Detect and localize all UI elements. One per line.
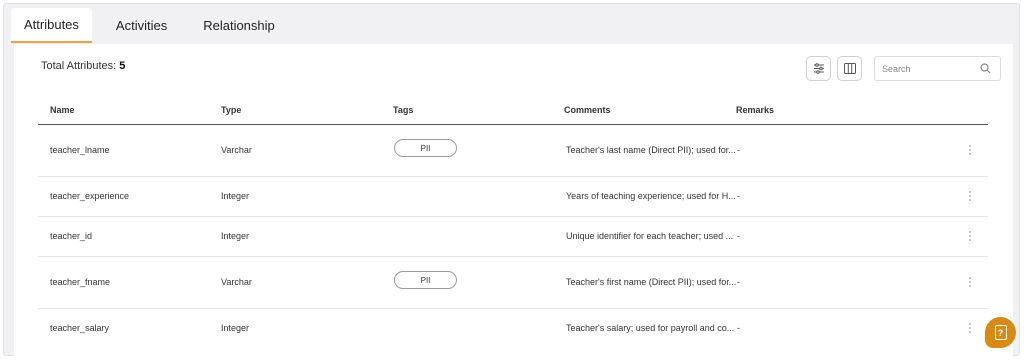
tab-attributes[interactable]: Attributes — [11, 8, 92, 43]
attribute-type: Integer — [221, 323, 250, 333]
attribute-remarks: - — [737, 277, 740, 287]
table-row[interactable]: teacher_fname Varchar PII Teacher's firs… — [38, 257, 988, 309]
attribute-comment: Teacher's last name (Direct PII); used f… — [566, 145, 736, 155]
attribute-comment: Unique identifier for each teacher; used… — [566, 231, 734, 241]
table-row[interactable]: teacher_salary Integer Teacher's salary;… — [38, 309, 988, 357]
columns-icon — [843, 63, 856, 74]
attribute-comment: Teacher's first name (Direct PII); used … — [566, 277, 737, 287]
column-header-name[interactable]: Name — [50, 105, 75, 115]
attribute-name: teacher_lname — [50, 145, 110, 155]
attribute-remarks: - — [737, 323, 740, 333]
attribute-remarks: - — [737, 231, 740, 241]
tab-activities[interactable]: Activities — [104, 8, 179, 43]
help-icon: ? — [994, 325, 1007, 340]
attribute-name: teacher_experience — [50, 191, 130, 201]
attribute-type: Integer — [221, 231, 250, 241]
attribute-remarks: - — [737, 145, 740, 155]
pii-tag[interactable]: PII — [394, 271, 457, 289]
attribute-comment: Teacher's salary; used for payroll and c… — [566, 323, 735, 333]
more-options-icon[interactable] — [966, 144, 974, 158]
pii-tag[interactable]: PII — [394, 139, 457, 157]
total-attributes-count: 5 — [119, 60, 126, 72]
attribute-panel: Attributes Activities Relationship Total… — [3, 3, 1020, 357]
total-attributes: Total Attributes: 5 — [41, 60, 125, 72]
help-button[interactable]: ? — [985, 317, 1016, 348]
more-options-icon[interactable] — [966, 322, 974, 336]
table-row[interactable]: teacher_id Integer Unique identifier for… — [38, 217, 988, 257]
total-attributes-label: Total Attributes: — [41, 60, 117, 72]
tab-relationship[interactable]: Relationship — [191, 8, 287, 43]
attribute-name: teacher_fname — [50, 277, 111, 287]
tab-bar: Attributes Activities Relationship — [11, 8, 299, 43]
attribute-type: Integer — [221, 191, 250, 201]
column-header-tags[interactable]: Tags — [393, 105, 413, 115]
attributes-card: Total Attributes: 5 Search Name Type Tag… — [14, 44, 1013, 357]
attribute-name: teacher_id — [50, 231, 93, 241]
table-row[interactable]: teacher_experience Integer Years of teac… — [38, 177, 988, 217]
attribute-comment: Years of teaching experience; used for H… — [566, 191, 736, 201]
table-row[interactable]: teacher_lname Varchar PII Teacher's last… — [38, 125, 988, 177]
more-options-icon[interactable] — [966, 276, 974, 290]
column-header-comments[interactable]: Comments — [564, 105, 611, 115]
search-input[interactable] — [875, 63, 975, 74]
more-options-icon[interactable] — [966, 190, 974, 204]
column-header-type[interactable]: Type — [221, 105, 241, 115]
filter-settings-button[interactable] — [806, 56, 831, 81]
attribute-type: Varchar — [221, 277, 252, 287]
attribute-remarks: - — [737, 191, 740, 201]
search-icon[interactable] — [980, 63, 991, 74]
sliders-icon — [813, 63, 824, 74]
table-header: Name Type Tags Comments Remarks — [38, 100, 988, 125]
more-options-icon[interactable] — [966, 230, 974, 244]
attribute-name: teacher_salary — [50, 323, 110, 333]
column-header-remarks[interactable]: Remarks — [736, 105, 774, 115]
search-box — [874, 56, 1001, 81]
attribute-type: Varchar — [221, 145, 252, 155]
columns-button[interactable] — [837, 56, 862, 81]
